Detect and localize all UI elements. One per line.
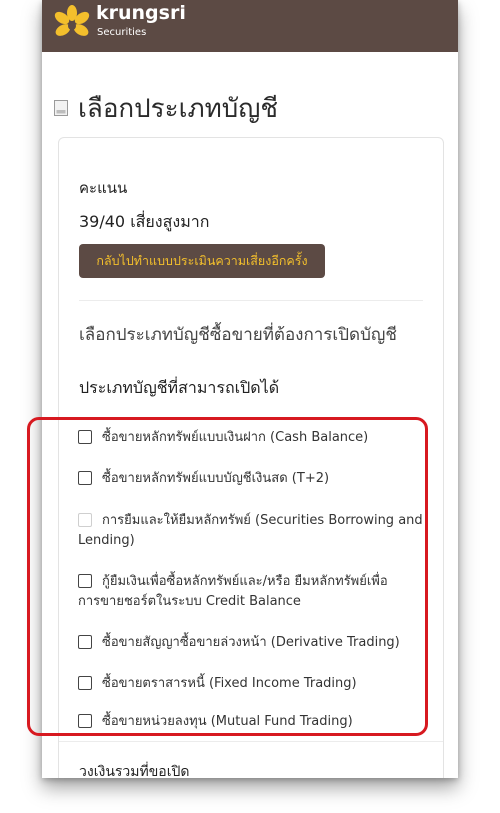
score-value: 39/40 เสี่ยงสูงมาก (79, 212, 210, 231)
app-header: krungsri Securities (42, 0, 458, 52)
brand-name: krungsri (96, 2, 186, 24)
account-instruction: เลือกประเภทบัญชีซื้อขายที่ต้องการเปิดบัญ… (79, 325, 397, 345)
highlighted-options-frame (27, 417, 428, 736)
krungsri-logo-icon (54, 5, 90, 36)
brand-subtitle: Securities (97, 27, 147, 38)
retake-assessment-button[interactable]: กลับไปทำแบบประเมินความเสี่ยงอีกครั้ง (79, 244, 325, 278)
document-icon (54, 100, 68, 116)
page-title: เลือกประเภทบัญชี (78, 94, 279, 124)
requested-credit-limit-label: วงเงินรวมที่ขอเปิด (79, 764, 190, 778)
account-types-heading: ประเภทบัญชีที่สามารถเปิดได้ (79, 378, 280, 397)
divider (79, 300, 423, 301)
score-label: คะแนน (79, 179, 128, 197)
divider (59, 741, 443, 742)
